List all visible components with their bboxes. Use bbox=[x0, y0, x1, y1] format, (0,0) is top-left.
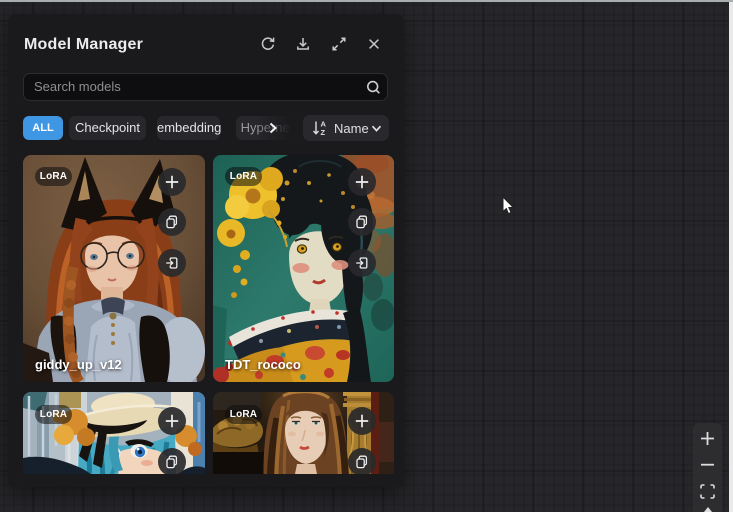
svg-text:Z: Z bbox=[321, 128, 326, 137]
